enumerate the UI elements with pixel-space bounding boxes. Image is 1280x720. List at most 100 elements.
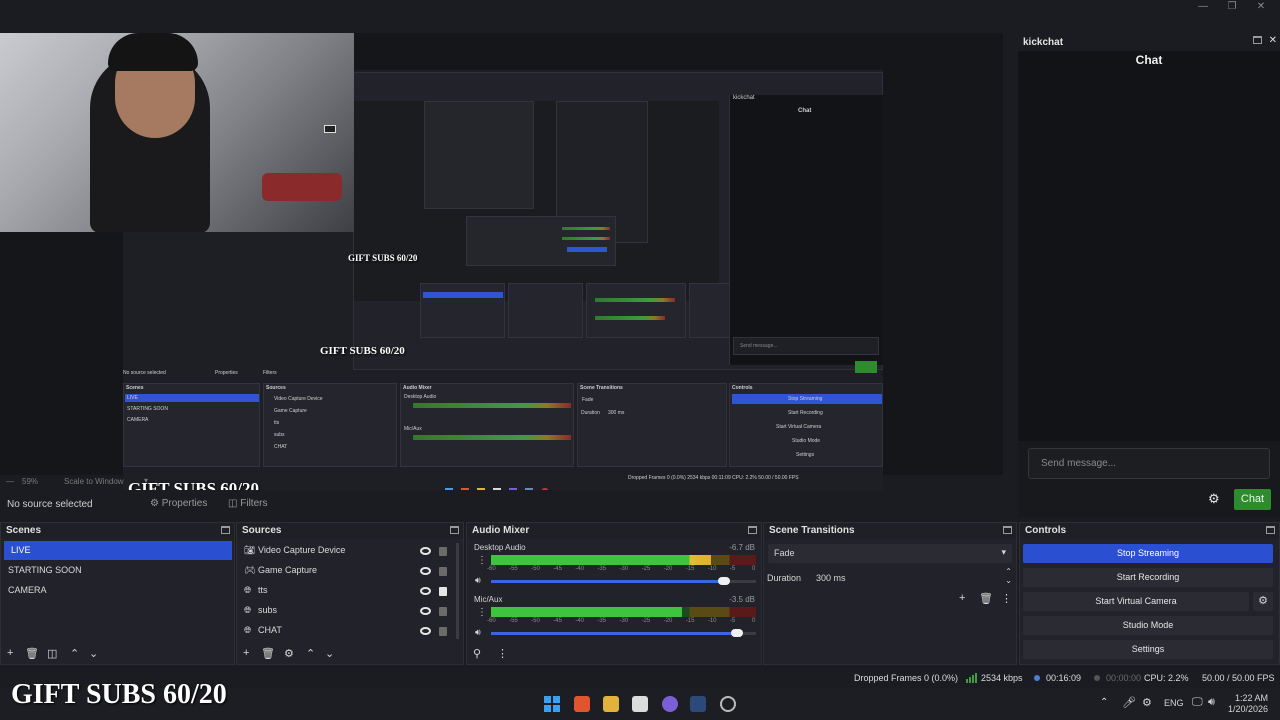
- chevron-down-icon[interactable]: ⌄: [89, 647, 98, 660]
- nested-control: Start Recording: [788, 410, 823, 416]
- speaker-icon[interactable]: 🔊︎: [475, 575, 481, 586]
- discord-icon[interactable]: [662, 696, 678, 712]
- clock-time[interactable]: 1:22 AM: [1228, 693, 1268, 703]
- trash-icon[interactable]: 🗑: [261, 647, 275, 660]
- lock-icon[interactable]: [439, 547, 447, 556]
- volume-icon[interactable]: 🔊︎: [1208, 696, 1215, 709]
- add-icon[interactable]: +: [7, 647, 13, 659]
- chevron-up-icon[interactable]: ⌃: [70, 647, 79, 660]
- source-item[interactable]: 📷︎ Video Capture Device: [237, 541, 453, 560]
- gear-icon[interactable]: ⚙: [1253, 592, 1273, 611]
- scene-item-starting-soon[interactable]: STARTING SOON: [1, 561, 229, 580]
- add-icon[interactable]: +: [243, 647, 249, 659]
- undock-icon[interactable]: [1003, 526, 1012, 534]
- transition-select[interactable]: Fade ▾: [768, 544, 1012, 563]
- nested-source: tts: [274, 420, 280, 426]
- start-recording-button[interactable]: Start Recording: [1023, 568, 1273, 587]
- record-indicator-icon: [1094, 675, 1100, 681]
- gear-icon[interactable]: ⚙: [1142, 696, 1152, 709]
- undock-icon[interactable]: [221, 526, 230, 534]
- close-button[interactable]: ✕: [1244, 0, 1278, 14]
- studio-mode-button[interactable]: Studio Mode: [1023, 616, 1273, 635]
- eye-icon[interactable]: [420, 587, 431, 595]
- gear-icon[interactable]: ⚙: [1208, 491, 1220, 507]
- undock-icon[interactable]: [748, 526, 757, 534]
- file-explorer-icon[interactable]: [603, 696, 619, 712]
- speaker-icon[interactable]: 🔊︎: [475, 627, 481, 638]
- source-item[interactable]: 🌐︎ tts: [237, 581, 453, 600]
- lock-icon[interactable]: [439, 607, 447, 616]
- link-icon[interactable]: ⚲: [473, 647, 481, 660]
- clock-date[interactable]: 1/20/2026: [1228, 704, 1268, 714]
- duration-spinbox[interactable]: 300 ms ⌃ ⌄: [812, 567, 1012, 587]
- filter-icon[interactable]: ◫: [47, 647, 57, 660]
- language-indicator[interactable]: ENG: [1164, 698, 1184, 708]
- network-icon[interactable]: 🖵︎: [1192, 696, 1203, 709]
- nested-no-source: No source selected: [123, 370, 166, 376]
- steam-icon[interactable]: [690, 696, 706, 712]
- properties-button[interactable]: ⚙ Properties: [144, 495, 213, 513]
- volume-slider[interactable]: [491, 629, 756, 637]
- store-icon[interactable]: [632, 696, 648, 712]
- scene-item-live[interactable]: LIVE: [4, 541, 232, 560]
- nested-chat-button: [855, 361, 877, 373]
- chevron-down-icon[interactable]: ⌄: [1005, 576, 1012, 585]
- stream-indicator-icon: [1034, 675, 1040, 681]
- add-icon[interactable]: +: [959, 592, 965, 604]
- microphone-icon[interactable]: 🎤︎: [1122, 696, 1136, 709]
- chevron-up-icon[interactable]: ⌃: [1005, 567, 1012, 576]
- brave-browser-icon[interactable]: [574, 696, 590, 712]
- meter-scale-label: -25: [641, 566, 651, 572]
- nested-chat-title: kickchat: [733, 95, 755, 101]
- scene-item-camera[interactable]: CAMERA: [1, 581, 229, 600]
- chevron-down-icon[interactable]: ▾: [144, 476, 148, 485]
- chevron-down-icon[interactable]: ⌄: [325, 647, 334, 660]
- lock-icon[interactable]: [439, 627, 447, 636]
- chevron-up-icon[interactable]: ⌃: [1100, 697, 1108, 708]
- trash-icon[interactable]: 🗑: [25, 647, 39, 660]
- scale-mode[interactable]: Scale to Window: [64, 477, 124, 486]
- chat-message-input[interactable]: Send message...: [1028, 448, 1270, 479]
- eye-icon[interactable]: [420, 627, 431, 635]
- zoom-level[interactable]: 59%: [22, 477, 38, 486]
- volume-slider[interactable]: [491, 577, 756, 585]
- filters-button[interactable]: ◫ Filters: [222, 495, 273, 513]
- scrollbar[interactable]: [456, 543, 459, 639]
- meter-scale-label: -50: [531, 566, 540, 572]
- volume-slider-handle[interactable]: [731, 629, 744, 637]
- source-item[interactable]: 🎮︎ Game Capture: [237, 561, 453, 580]
- source-item[interactable]: 🌐︎ CHAT: [237, 621, 453, 640]
- lock-icon[interactable]: [439, 567, 447, 576]
- eye-icon[interactable]: [420, 607, 431, 615]
- start-virtual-camera-button[interactable]: Start Virtual Camera: [1023, 592, 1249, 611]
- lock-icon[interactable]: [439, 587, 447, 596]
- chevron-up-icon[interactable]: ⌃: [306, 647, 315, 660]
- chat-send-button[interactable]: Chat: [1234, 489, 1271, 510]
- volume-slider-handle[interactable]: [718, 577, 731, 585]
- windows-start-icon[interactable]: [544, 696, 560, 712]
- stop-streaming-button[interactable]: Stop Streaming: [1023, 544, 1273, 563]
- menu-dots-icon[interactable]: ⋮: [477, 555, 487, 566]
- obs-icon[interactable]: [720, 696, 736, 712]
- webcam-feed: [0, 33, 354, 232]
- trash-icon[interactable]: 🗑: [979, 592, 993, 605]
- preview-area[interactable]: GIFT SUBS 60/20 GIFT SUBS 60/20 kickchat…: [0, 33, 1003, 502]
- nested-meter: [562, 227, 610, 230]
- menu-dots-icon[interactable]: ⋮: [477, 607, 487, 618]
- undock-icon[interactable]: [450, 526, 459, 534]
- undock-icon[interactable]: [1266, 526, 1275, 534]
- undock-icon[interactable]: [1253, 36, 1262, 44]
- menu-dots-icon[interactable]: ⋮: [1001, 592, 1012, 605]
- eye-icon[interactable]: [420, 547, 431, 555]
- close-icon[interactable]: ✕: [1269, 35, 1277, 46]
- gear-icon[interactable]: ⚙: [284, 647, 294, 660]
- meter-scale-label: -5: [729, 566, 736, 572]
- eye-icon[interactable]: [420, 567, 431, 575]
- nested-gift-text: GIFT SUBS 60/20: [348, 253, 418, 263]
- nested-mixer-track: Desktop Audio: [404, 394, 437, 400]
- menu-dots-icon[interactable]: ⋮: [497, 647, 508, 660]
- settings-button[interactable]: Settings: [1023, 640, 1273, 659]
- nested-mixer-track: Mic/Aux: [404, 426, 422, 432]
- source-item[interactable]: 🌐︎ subs: [237, 601, 453, 620]
- sources-dock: Sources 📷︎ Video Capture Device 🎮︎ Game Cap…: [236, 522, 464, 665]
